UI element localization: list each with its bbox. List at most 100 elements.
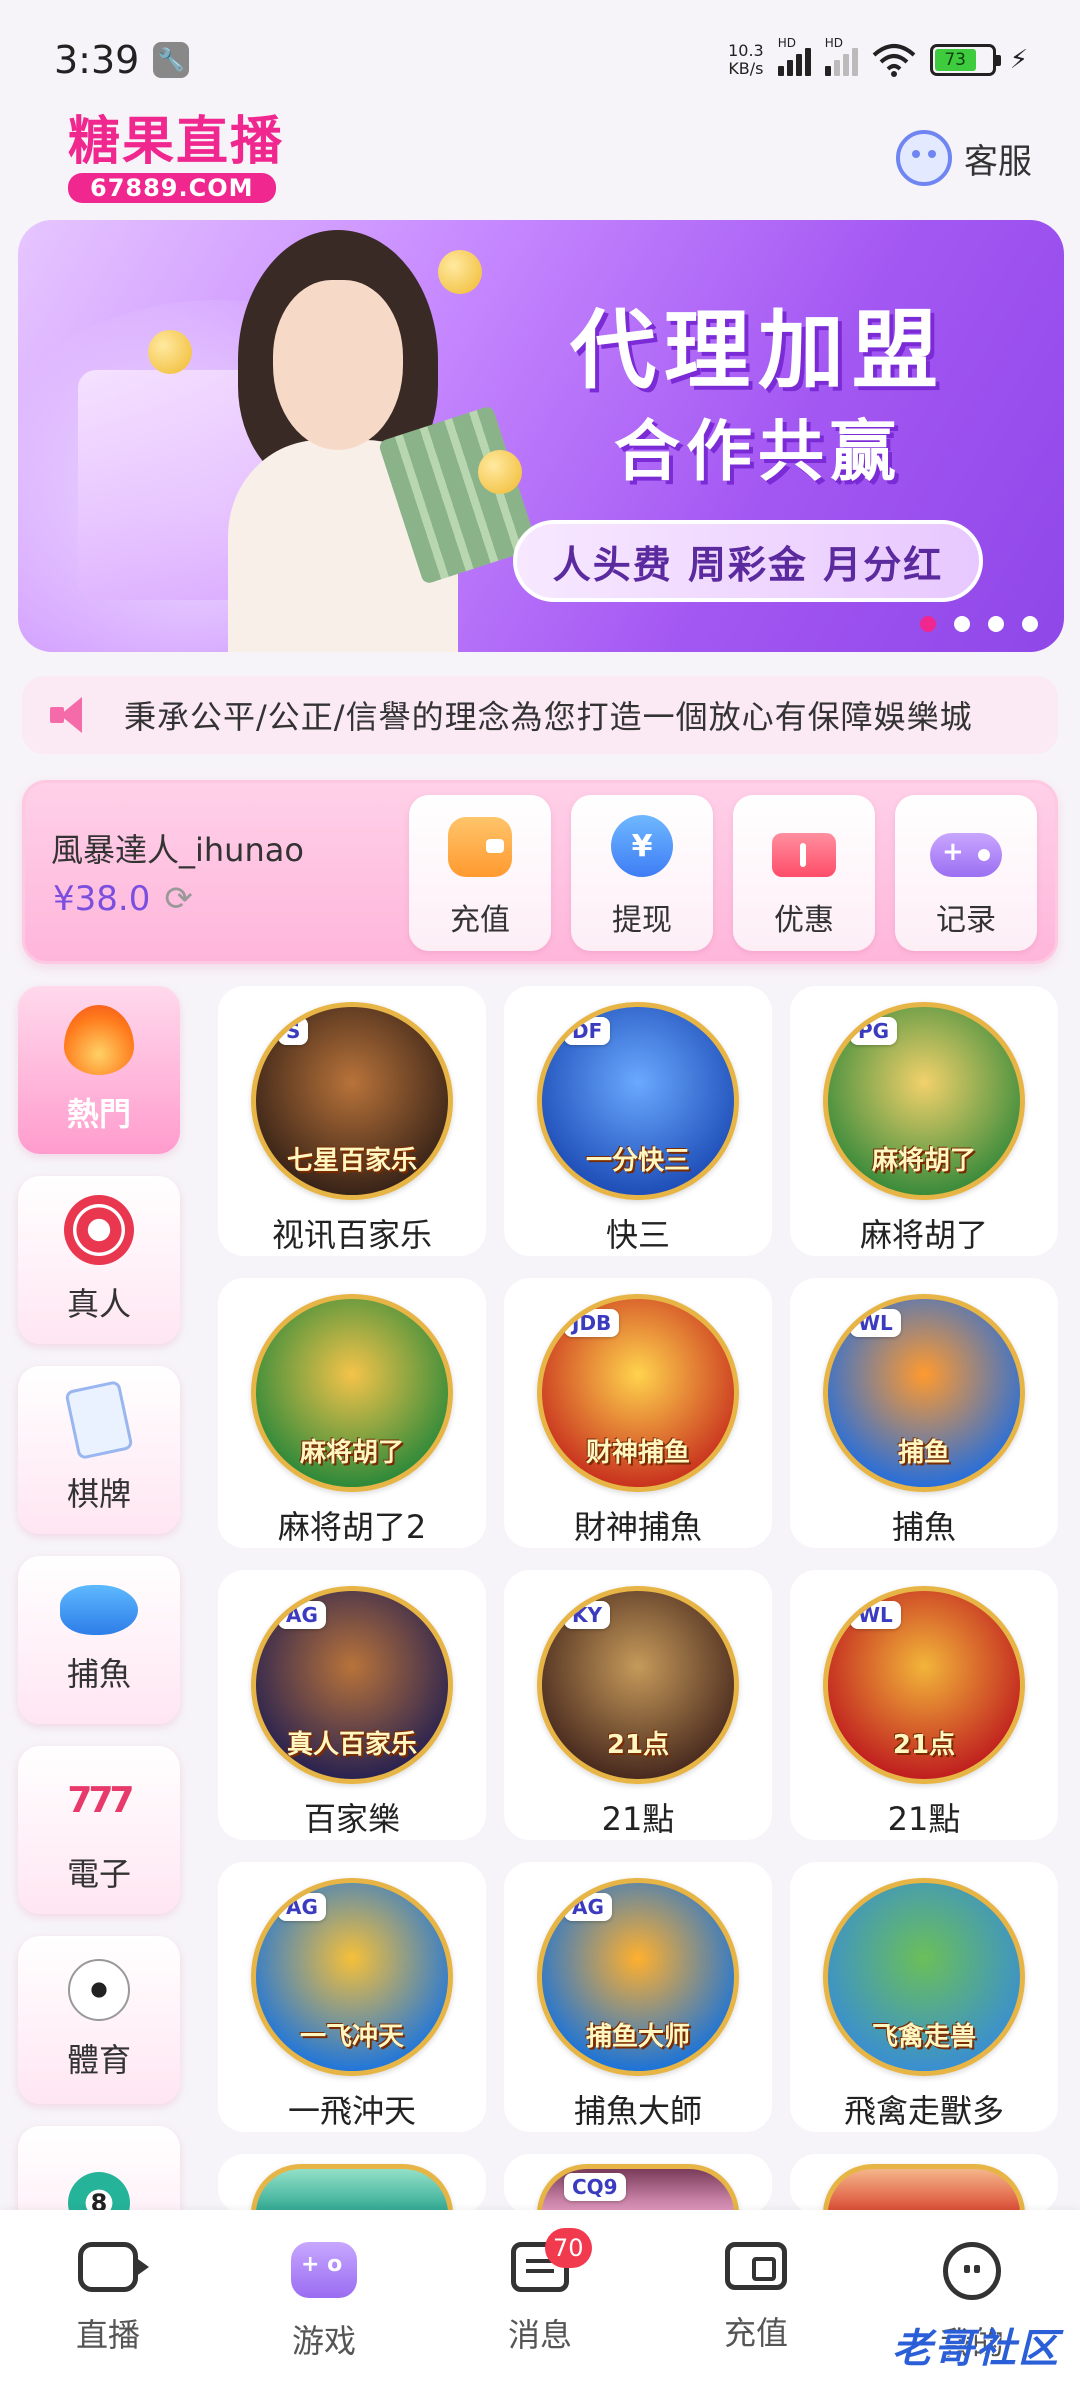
nav-label: 消息: [507, 2316, 572, 2354]
thumbnail-caption: 七星百家乐: [286, 1146, 417, 1176]
category-slots[interactable]: 777 電子: [18, 1746, 180, 1914]
hd-label: HD: [777, 36, 796, 50]
carousel-dot[interactable]: [920, 616, 936, 632]
game-card[interactable]: DF 一分快三快三: [504, 986, 772, 1256]
charging-bolt-icon: ⚡: [1009, 45, 1028, 75]
customer-service-button[interactable]: 客服: [896, 130, 1032, 186]
records-button[interactable]: 记录: [895, 795, 1037, 951]
slot-777-icon: 777: [67, 1779, 134, 1821]
unread-badge: 70: [545, 2228, 592, 2268]
announcement-text: 秉承公平/公正/信譽的理念為您打造一個放心有保障娛樂城: [124, 698, 973, 736]
app-header: 糖果直播 67889.COM 客服: [0, 108, 1080, 208]
status-bar: 3:39 🔧 10.3 KB/s HD HD 73 ⚡: [0, 0, 1080, 120]
game-name: 视讯百家乐: [271, 1216, 432, 1254]
nav-deposit[interactable]: 充值: [681, 2242, 831, 2354]
network-speed: 10.3 KB/s: [728, 42, 764, 78]
game-card[interactable]: AG 一飞冲天 一飛沖天: [218, 1862, 486, 2132]
game-card[interactable]: [218, 2154, 486, 2210]
game-card[interactable]: JDB 财神捕鱼 財神捕魚: [504, 1278, 772, 1548]
thumbnail-caption: 飞禽走兽: [871, 2022, 976, 2052]
nav-live[interactable]: 直播: [33, 2242, 183, 2356]
game-card[interactable]: 麻将胡了 麻将胡了2: [218, 1278, 486, 1548]
game-thumbnail: 麻将胡了: [251, 1294, 453, 1492]
game-card[interactable]: AG 真人百家乐百家樂: [218, 1570, 486, 1840]
status-time: 3:39: [54, 38, 140, 82]
thumbnail-caption: 麻将胡了: [299, 1438, 404, 1468]
game-card[interactable]: AG 捕鱼大师 捕魚大師: [504, 1862, 772, 2132]
thumbnail-caption: 麻将胡了: [871, 1146, 976, 1176]
wallet-icon: [725, 2242, 787, 2290]
face-icon: [943, 2242, 1001, 2300]
user-wallet-card: 風暴達人_ihunao ¥38.0 ⟳ 充值 ¥ 提现 优惠 记录: [22, 780, 1058, 964]
game-thumbnail: 飞禽走兽: [823, 1878, 1025, 2076]
game-card[interactable]: PG 麻将胡了 麻将胡了: [790, 986, 1058, 1256]
withdraw-button[interactable]: ¥ 提现: [571, 795, 713, 951]
promo-banner[interactable]: 代理加盟 合作共赢 人头费 周彩金 月分红: [18, 220, 1064, 652]
nav-messages[interactable]: 70 消息: [465, 2228, 615, 2356]
game-thumbnail: KY 21点: [537, 1586, 739, 1784]
category-fishing[interactable]: 捕魚: [18, 1556, 180, 1724]
provider-badge: DF: [564, 1017, 611, 1045]
category-live[interactable]: 真人: [18, 1176, 180, 1344]
carousel-dot[interactable]: [1022, 616, 1038, 632]
coin-icon: [478, 450, 522, 494]
category-label: 電子: [66, 1855, 131, 1893]
app-logo[interactable]: 糖果直播 67889.COM: [68, 113, 284, 203]
game-card[interactable]: 飞禽走兽 飛禽走獸多: [790, 1862, 1058, 2132]
thumbnail-caption: 21点: [892, 1730, 956, 1760]
logo-domain: 67889.COM: [68, 173, 276, 203]
banner-title: 代理加盟: [570, 301, 946, 401]
speaker-icon: [50, 697, 94, 733]
category-label: 捕魚: [66, 1655, 131, 1693]
game-name: 21點: [887, 1800, 961, 1838]
camera-icon: [78, 2242, 149, 2292]
game-card[interactable]: WL 捕鱼 捕魚: [790, 1278, 1058, 1548]
network-speed-value: 10.3: [728, 41, 764, 60]
announcement-marquee[interactable]: 秉承公平/公正/信譽的理念為您打造一個放心有保障娛樂城: [22, 676, 1058, 754]
status-left: 3:39 🔧: [54, 38, 190, 82]
playing-card-icon: [64, 1379, 134, 1461]
customer-service-label: 客服: [964, 141, 1032, 182]
game-name: 百家樂: [303, 1800, 400, 1838]
game-thumbnail: DF 一分快三: [537, 1002, 739, 1200]
game-thumbnail: [823, 2164, 1025, 2210]
category-sidebar: 熱門 真人 棋牌 捕魚 777 電子 體育 8: [18, 986, 186, 2316]
refresh-icon[interactable]: ⟳: [164, 879, 193, 919]
nav-games[interactable]: 游戏: [249, 2242, 399, 2362]
game-card[interactable]: [790, 2154, 1058, 2210]
provider-badge: WL: [850, 1601, 901, 1629]
balance-amount: ¥38.0: [53, 879, 151, 919]
game-card[interactable]: CQ9: [504, 2154, 772, 2210]
hd-label-secondary: HD: [824, 36, 843, 50]
logo-text: 糖果直播: [68, 112, 285, 172]
customer-service-icon: [896, 130, 952, 186]
wifi-icon: [872, 44, 916, 77]
game-thumbnail: WL 21点: [823, 1586, 1025, 1784]
game-thumbnail: AG 一飞冲天: [251, 1878, 453, 2076]
game-name: 快三: [605, 1216, 670, 1254]
game-thumbnail: AG 真人百家乐: [251, 1586, 453, 1784]
thumbnail-caption: 捕鱼: [897, 1438, 950, 1468]
nav-label: 充值: [723, 2314, 788, 2352]
category-cards[interactable]: 棋牌: [18, 1366, 180, 1534]
game-grid: S 七星百家乐 视讯百家乐 DF 一分快三 快三 PG 麻将胡了 麻将胡了 麻将胡了 麻将胡了2 JD…: [218, 986, 1060, 2210]
carousel-dot[interactable]: [988, 616, 1004, 632]
fish-icon: [60, 1585, 138, 1635]
battery-level: 73: [934, 49, 976, 71]
thumbnail-caption: 财神捕鱼: [585, 1438, 690, 1468]
game-name: 捕魚大師: [573, 2092, 702, 2130]
game-card[interactable]: WL 21点 21點: [790, 1570, 1058, 1840]
battery-icon: 73: [929, 44, 1001, 76]
provider-badge: AG: [278, 1893, 326, 1921]
category-hot[interactable]: 熱門: [18, 986, 180, 1154]
thumbnail-caption: 21点: [606, 1730, 670, 1760]
game-card[interactable]: S 七星百家乐 视讯百家乐: [218, 986, 486, 1256]
watermark: 老哥社区: [892, 2326, 1060, 2372]
carousel-dot[interactable]: [954, 616, 970, 632]
game-name: 捕魚: [891, 1508, 956, 1546]
promotions-button[interactable]: 优惠: [733, 795, 875, 951]
category-sports[interactable]: 體育: [18, 1936, 180, 2104]
game-thumbnail: [251, 2164, 453, 2210]
game-card[interactable]: KY 21点 21點: [504, 1570, 772, 1840]
deposit-button[interactable]: 充值: [409, 795, 551, 951]
